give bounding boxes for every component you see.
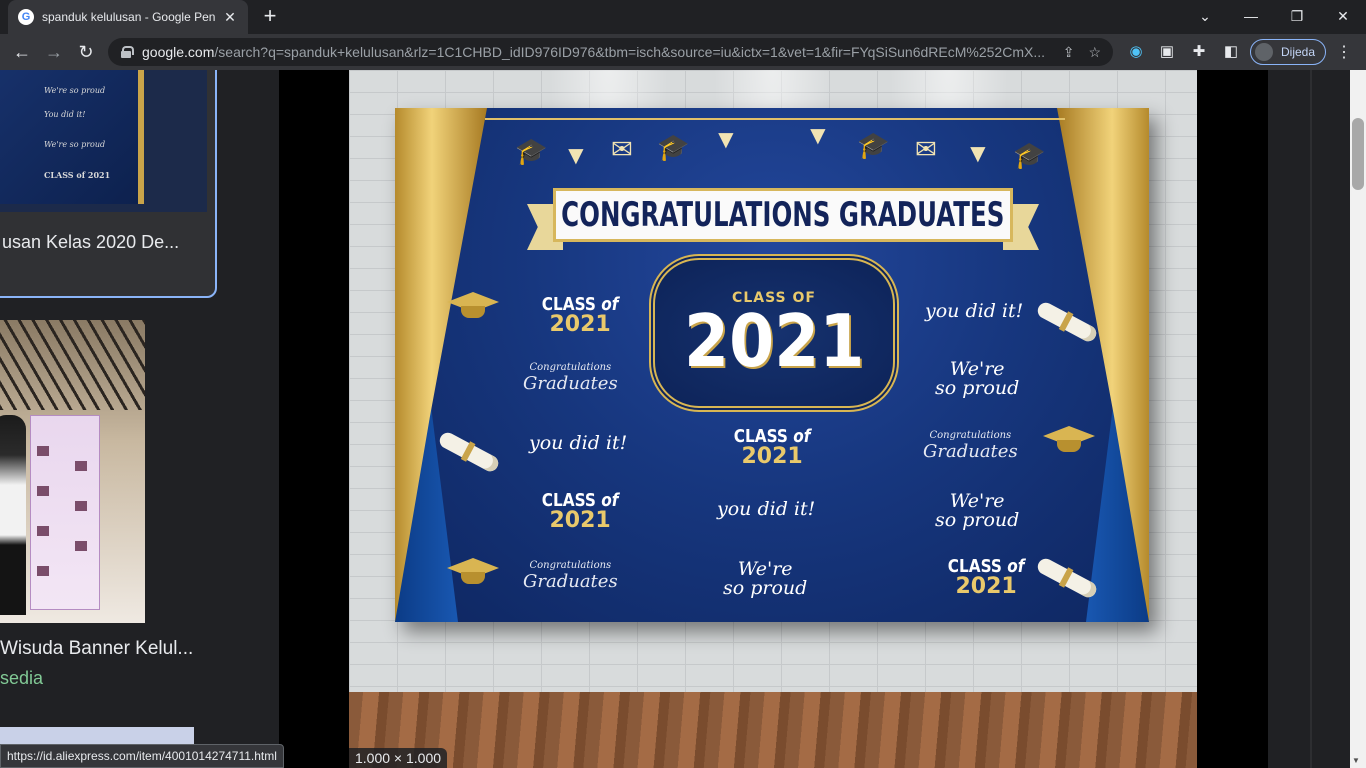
congratulations-graduates-label: Congratulations Graduates	[923, 430, 1018, 462]
bunting-cap-icon: 🎓	[515, 136, 548, 166]
bunting-cap-icon: 🎓	[1013, 140, 1046, 170]
bunting-diploma-icon: ✉	[915, 134, 937, 164]
bunting-cap-icon: ▼	[563, 140, 589, 170]
bunting-cap-icon: ▼	[713, 124, 739, 154]
profile-status-label: Dijeda	[1281, 45, 1316, 59]
result-title[interactable]: usan Kelas 2020 De...	[2, 232, 215, 253]
extensions-puzzle-icon[interactable]: ✚	[1189, 42, 1209, 62]
result-thumbnail[interactable]: We're so proud You did it! We're so prou…	[0, 70, 207, 212]
result-thumbnail-2[interactable]	[0, 320, 145, 623]
results-column: We're so proud You did it! We're so prou…	[0, 70, 238, 768]
restore-button[interactable]: ❐	[1274, 0, 1320, 34]
class-of-2021-label: CLASS of 2021	[541, 294, 619, 337]
wooden-floor	[349, 692, 1197, 768]
back-button[interactable]: ←	[10, 40, 34, 64]
bunting-cap-icon: ▼	[965, 138, 991, 168]
class-of-2021-label: CLASS of 2021	[733, 426, 811, 469]
banner-title: CONGRATULATIONS GRADUATES	[561, 195, 1005, 235]
image-size-label: 1.000 × 1.000	[349, 748, 448, 768]
thumbnail-banner: We're so proud You did it! We're so prou…	[0, 70, 144, 204]
diploma-scroll-icon	[1034, 299, 1100, 345]
diploma-scroll-icon	[1034, 555, 1100, 601]
url-text[interactable]: google.com/search?q=spanduk+kelulusan&rl…	[142, 44, 1049, 60]
active-tab[interactable]: G spanduk kelulusan - Google Pene ✕	[8, 0, 248, 34]
result-availability: sedia	[0, 668, 44, 688]
bunting-cap-icon: 🎓	[857, 130, 890, 160]
tab-strip: G spanduk kelulusan - Google Pene ✕ + ⌄ …	[0, 0, 1366, 34]
bunting-cap-icon: ▼	[805, 120, 831, 150]
bunting-diploma-icon: ✉	[611, 134, 633, 164]
preview-image[interactable]: 🎓 ▼ ✉ 🎓 ▼ ▼ 🎓 ✉ ▼ 🎓 CONGRATULATIONS GRAD…	[349, 70, 1197, 768]
new-tab-button[interactable]: +	[258, 5, 282, 29]
thumb-text-2: You did it!	[44, 110, 86, 119]
avatar	[1255, 43, 1273, 61]
address-bar[interactable]: google.com/search?q=spanduk+kelulusan&rl…	[108, 38, 1113, 66]
scroll-down-arrow-icon[interactable]: ▼	[1352, 756, 1360, 765]
graduation-banner: 🎓 ▼ ✉ 🎓 ▼ ▼ 🎓 ✉ ▼ 🎓 CONGRATULATIONS GRAD…	[395, 108, 1149, 622]
tab-title: spanduk kelulusan - Google Pene	[42, 10, 216, 24]
lock-icon[interactable]	[120, 46, 134, 58]
banner-photo	[37, 446, 49, 456]
page-scrollbar-area: ▼	[1310, 70, 1366, 768]
class-of-2021-label: CLASS of 2021	[541, 490, 619, 533]
thumb-text-1: We're so proud	[44, 86, 106, 95]
diploma-scroll-icon	[436, 429, 502, 475]
forward-button[interactable]: →	[42, 40, 66, 64]
profile-button[interactable]: Dijeda	[1250, 39, 1326, 65]
close-tab-icon[interactable]: ✕	[222, 9, 238, 26]
ornate-frame: CLASS OF 2021	[649, 254, 899, 412]
google-favicon-icon: G	[18, 9, 34, 25]
thumb-text-3: We're so proud	[44, 140, 106, 149]
title-ribbon: CONGRATULATIONS GRADUATES	[553, 188, 1013, 242]
graduation-cap-icon	[447, 558, 499, 592]
tab-search-icon[interactable]: ⌄	[1182, 0, 1228, 34]
banner-photo	[37, 486, 49, 496]
reload-button[interactable]: ↻	[74, 40, 98, 64]
standing-banner	[30, 415, 100, 610]
extension-edge-icon[interactable]: ◉	[1126, 42, 1146, 62]
share-icon[interactable]: ⇪	[1063, 44, 1075, 61]
result-card-selected[interactable]: We're so proud You did it! We're so prou…	[0, 70, 217, 298]
extension-image-icon[interactable]: ▣	[1157, 42, 1177, 62]
were-so-proud-label: We're so proud	[723, 558, 808, 599]
side-panel-icon[interactable]: ◧	[1221, 42, 1241, 62]
divider	[1310, 70, 1312, 768]
class-of-2021-label: CLASS of 2021	[947, 556, 1025, 599]
banner-photo	[75, 501, 87, 511]
result-title-2[interactable]: Wisuda Banner Kelul...	[0, 638, 220, 660]
banner-photo	[37, 566, 49, 576]
were-so-proud-label: We're so proud	[935, 358, 1020, 399]
scrollbar-thumb[interactable]	[1352, 118, 1364, 190]
bunting-cap-icon: 🎓	[657, 132, 690, 162]
graduation-cap-icon	[447, 292, 499, 326]
person-figure	[0, 415, 26, 615]
page-content: We're so proud You did it! We're so prou…	[0, 70, 1366, 768]
menu-kebab-icon[interactable]: ⋮	[1336, 42, 1352, 62]
congratulations-graduates-label: Congratulations Graduates	[523, 560, 618, 592]
banner-photo	[37, 526, 49, 536]
browser-toolbar: ← → ↻ google.com/search?q=spanduk+kelulu…	[0, 34, 1366, 70]
bookmark-star-icon[interactable]: ☆	[1088, 44, 1101, 61]
stair-railing	[0, 320, 145, 410]
status-bar-url: https://id.aliexpress.com/item/400101427…	[0, 744, 284, 768]
you-did-it-label: you did it!	[529, 432, 628, 454]
graduation-cap-icon	[1043, 426, 1095, 460]
were-so-proud-label: We're so proud	[935, 490, 1020, 531]
you-did-it-label: you did it!	[925, 300, 1024, 322]
banner-photo	[75, 541, 87, 551]
frame-year: 2021	[683, 299, 865, 383]
minimize-button[interactable]: —	[1228, 0, 1274, 34]
you-did-it-label: you did it!	[717, 498, 816, 520]
close-window-button[interactable]: ✕	[1320, 0, 1366, 34]
congratulations-graduates-label: Congratulations Graduates	[523, 362, 618, 394]
thumb-text-4: CLASS of 2021	[44, 170, 111, 180]
banner-photo	[75, 461, 87, 471]
